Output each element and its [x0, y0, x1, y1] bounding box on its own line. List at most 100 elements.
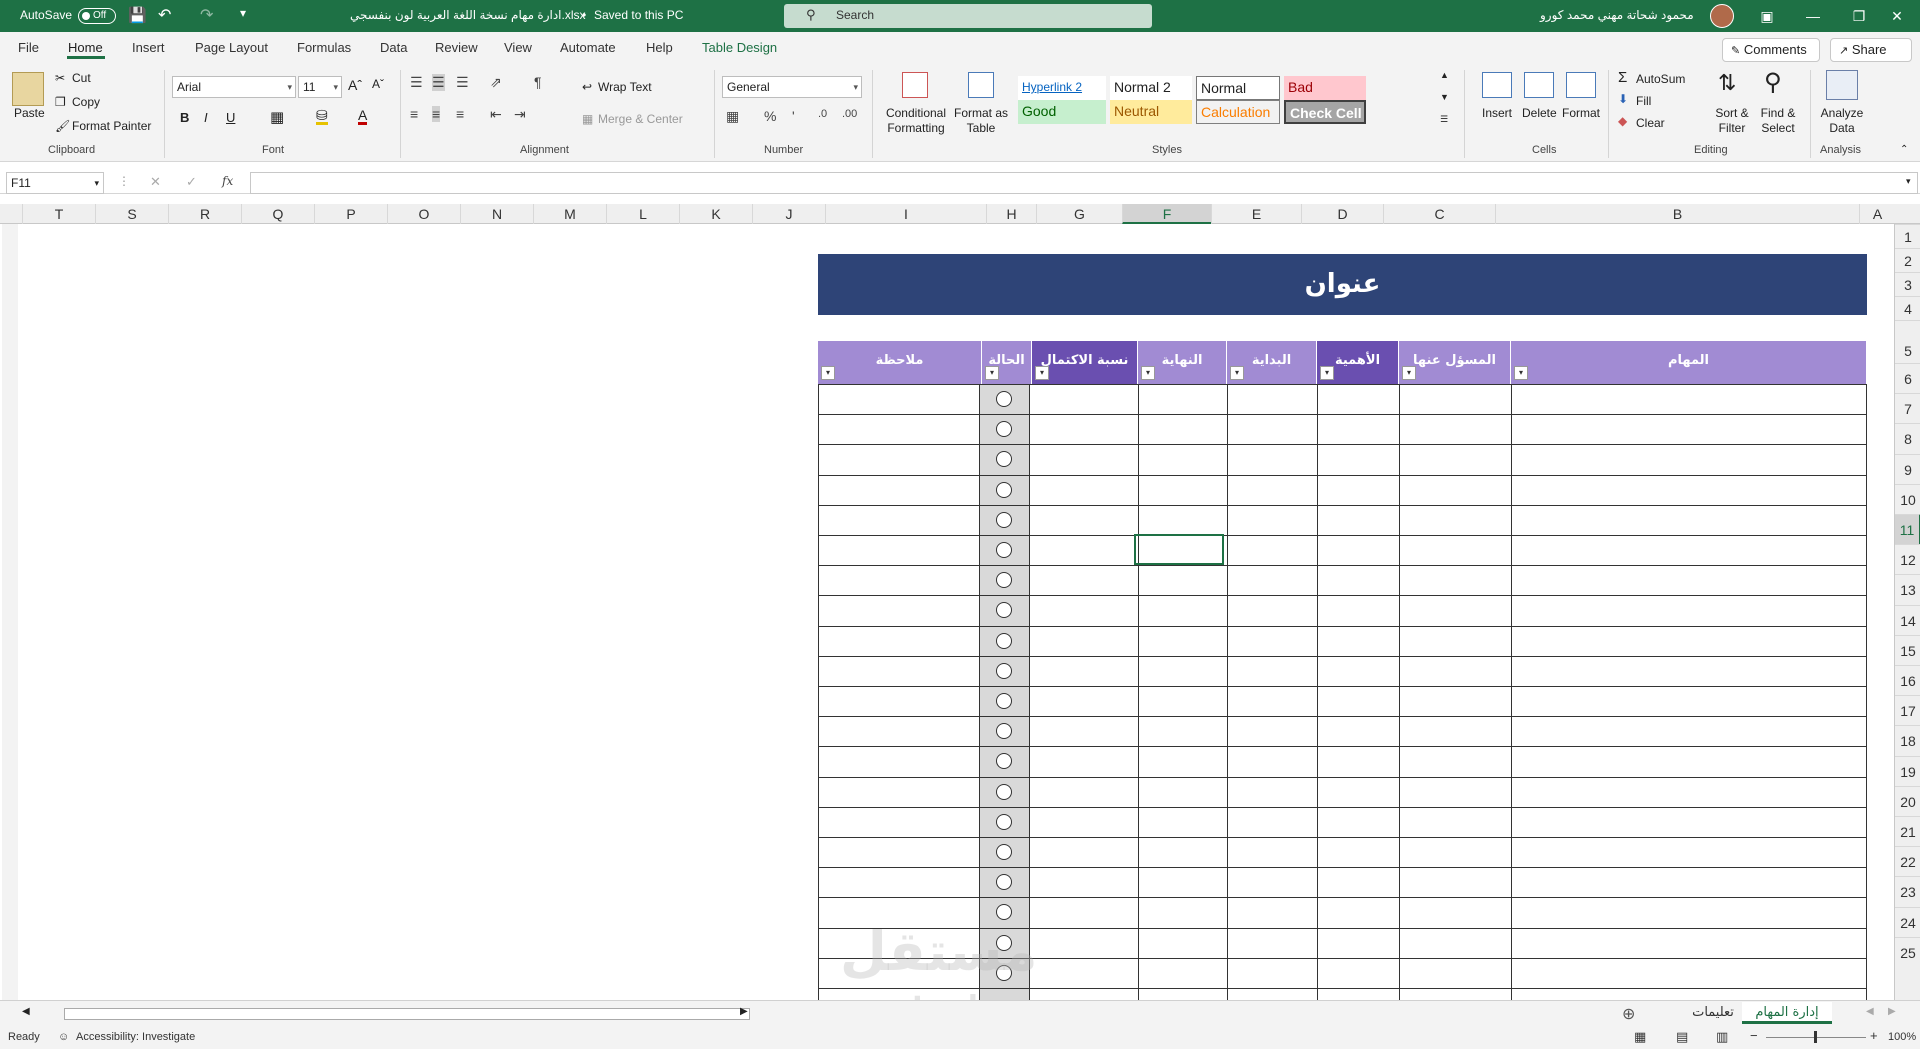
- paste-button[interactable]: Paste: [14, 106, 45, 120]
- column-header-i[interactable]: I: [825, 204, 986, 224]
- user-name[interactable]: محمود شحاتة مهني محمد كورو: [1540, 8, 1694, 22]
- align-right-icon[interactable]: ≡: [456, 106, 464, 122]
- style-cell[interactable]: Neutral: [1110, 100, 1192, 124]
- ribbon-display-icon[interactable]: ▣: [1744, 0, 1790, 32]
- sheet-tab-instructions[interactable]: تعليمات: [1678, 1002, 1748, 1024]
- increase-font-icon[interactable]: Aˆ: [348, 77, 362, 93]
- merge-center-icon[interactable]: ▦: [582, 112, 593, 126]
- row-header-24[interactable]: 24: [1895, 906, 1920, 937]
- tab-data[interactable]: Data: [380, 40, 407, 55]
- align-center-icon[interactable]: ≡: [432, 106, 441, 122]
- tab-formulas[interactable]: Formulas: [297, 40, 351, 55]
- zoom-level[interactable]: 100%: [1888, 1031, 1916, 1043]
- clear-button[interactable]: Clear: [1636, 116, 1665, 130]
- row-header-15[interactable]: 15: [1895, 634, 1920, 665]
- column-header-s[interactable]: S: [95, 204, 168, 224]
- row-header-21[interactable]: 21: [1895, 816, 1920, 846]
- expand-formula-bar-icon[interactable]: ▾: [1906, 176, 1911, 187]
- format-painter-button[interactable]: Format Painter: [72, 119, 151, 133]
- avatar[interactable]: [1710, 4, 1734, 28]
- insert-button[interactable]: Insert: [1482, 106, 1512, 120]
- accessibility-status[interactable]: Accessibility: Investigate: [76, 1031, 195, 1043]
- align-bottom-icon[interactable]: ☰: [456, 74, 469, 91]
- formula-input[interactable]: [250, 172, 1918, 194]
- header-note[interactable]: ملاحظة: [818, 341, 982, 384]
- status-radio-button[interactable]: [996, 784, 1012, 800]
- tab-home[interactable]: Home: [68, 40, 103, 55]
- add-sheet-icon[interactable]: ⊕: [1622, 1004, 1635, 1024]
- filter-dropdown-icon[interactable]: ▾: [1230, 366, 1244, 380]
- find-select-button[interactable]: Find & Select: [1756, 106, 1800, 136]
- column-header-n[interactable]: N: [460, 204, 533, 224]
- row-header-16[interactable]: 16: [1895, 665, 1920, 695]
- zoom-slider-thumb[interactable]: [1814, 1031, 1817, 1043]
- font-size-combo[interactable]: 11 ▾: [298, 76, 342, 98]
- column-header-a[interactable]: A: [1859, 204, 1895, 224]
- comments-button[interactable]: ✎ Comments: [1722, 38, 1820, 62]
- horizontal-scrollbar[interactable]: [64, 1008, 750, 1020]
- row-header-22[interactable]: 22: [1895, 846, 1920, 876]
- tab-review[interactable]: Review: [435, 40, 478, 55]
- row-header-11[interactable]: 11: [1895, 514, 1920, 545]
- align-top-icon[interactable]: ☰: [410, 74, 423, 91]
- paste-icon[interactable]: [12, 72, 44, 106]
- row-header-7[interactable]: 7: [1895, 393, 1920, 423]
- status-radio-button[interactable]: [996, 814, 1012, 830]
- tab-insert[interactable]: Insert: [132, 40, 165, 55]
- accessibility-icon[interactable]: ☺: [58, 1031, 69, 1043]
- row-header-20[interactable]: 20: [1895, 785, 1920, 816]
- filter-dropdown-icon[interactable]: ▾: [985, 366, 999, 380]
- table-title[interactable]: عنوان: [818, 254, 1867, 315]
- prev-sheet-icon[interactable]: ◀: [1866, 1006, 1874, 1017]
- delete-button[interactable]: Delete: [1522, 106, 1557, 120]
- gallery-up-icon[interactable]: ▲: [1440, 70, 1449, 80]
- number-format-combo[interactable]: General ▾: [722, 76, 862, 98]
- next-sheet-icon[interactable]: ▶: [1888, 1006, 1896, 1017]
- fill-button[interactable]: Fill: [1636, 94, 1651, 108]
- sheet-tab-task-management[interactable]: إدارة المهام: [1742, 1002, 1832, 1024]
- conditional-formatting-icon[interactable]: [902, 72, 928, 98]
- search-box[interactable]: ⚲ Search: [784, 4, 1152, 28]
- rtl-icon[interactable]: ¶: [534, 74, 542, 90]
- status-radio-button[interactable]: [996, 602, 1012, 618]
- gallery-down-icon[interactable]: ▼: [1440, 92, 1449, 102]
- bold-button[interactable]: B: [180, 110, 189, 125]
- font-name-combo[interactable]: Arial ▾: [172, 76, 296, 98]
- style-cell[interactable]: Good: [1018, 100, 1106, 124]
- status-radio-button[interactable]: [996, 451, 1012, 467]
- filter-dropdown-icon[interactable]: ▾: [1141, 366, 1155, 380]
- column-header-r[interactable]: R: [168, 204, 241, 224]
- style-cell[interactable]: Calculation: [1196, 100, 1280, 124]
- page-break-view-icon[interactable]: ▥: [1716, 1029, 1728, 1045]
- currency-icon[interactable]: ▦: [726, 108, 739, 125]
- style-cell[interactable]: Normal 2: [1110, 76, 1192, 100]
- fill-color-icon[interactable]: ⛁: [316, 108, 328, 125]
- style-cell[interactable]: Check Cell: [1284, 100, 1366, 124]
- status-radio-button[interactable]: [996, 663, 1012, 679]
- close-icon[interactable]: ✕: [1874, 0, 1920, 32]
- column-header-j[interactable]: J: [752, 204, 825, 224]
- column-header-m[interactable]: M: [533, 204, 606, 224]
- clear-icon[interactable]: ◆: [1618, 114, 1627, 128]
- column-header-t[interactable]: T: [22, 204, 95, 224]
- orientation-icon[interactable]: ⇗: [490, 74, 502, 91]
- format-as-table-button[interactable]: Format as Table: [952, 106, 1010, 136]
- status-radio-button[interactable]: [996, 542, 1012, 558]
- row-header-9[interactable]: 9: [1895, 453, 1920, 484]
- filter-dropdown-icon[interactable]: ▾: [821, 366, 835, 380]
- decrease-indent-icon[interactable]: ⇤: [490, 106, 502, 123]
- column-header-b[interactable]: B: [1495, 204, 1859, 224]
- save-icon[interactable]: 💾: [128, 6, 147, 24]
- align-middle-icon[interactable]: ☰: [432, 74, 445, 91]
- filter-dropdown-icon[interactable]: ▾: [1514, 366, 1528, 380]
- row-header-14[interactable]: 14: [1895, 604, 1920, 635]
- column-header-o[interactable]: O: [387, 204, 460, 224]
- row-header-3[interactable]: 3: [1895, 272, 1920, 296]
- format-cells-icon[interactable]: [1566, 72, 1596, 98]
- scroll-left-icon[interactable]: ◀: [22, 1006, 30, 1017]
- more-icon[interactable]: ⋮: [118, 174, 130, 188]
- borders-icon[interactable]: ▦: [270, 108, 284, 126]
- column-header-l[interactable]: L: [606, 204, 679, 224]
- cut-button[interactable]: Cut: [72, 71, 91, 85]
- collapse-ribbon-icon[interactable]: ⌃: [1900, 144, 1908, 155]
